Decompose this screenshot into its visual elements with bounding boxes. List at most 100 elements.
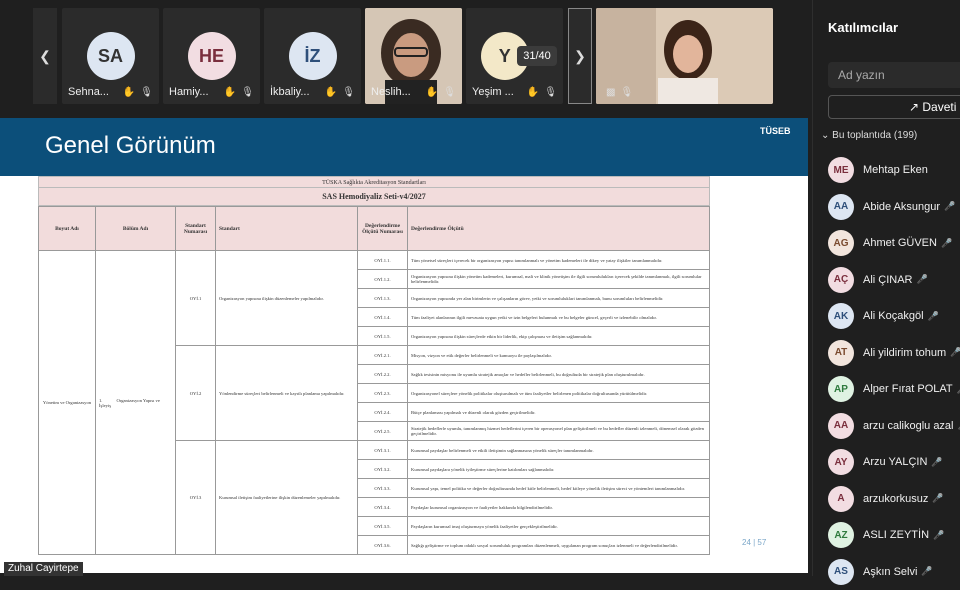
- participant-row[interactable]: ASAşkın Selvi🎤: [828, 554, 960, 590]
- participant-row[interactable]: AT Ali yildirim tohum 🎤: [828, 335, 960, 372]
- invite-button[interactable]: ↗ Daveti: [828, 95, 960, 119]
- meeting-stage: ❮ SA Sehna... ✋🎙 HE Hamiy... ✋🎙 İZ İkbal…: [0, 0, 812, 576]
- participants-panel: Katılımcılar Ad yazın ↗ Daveti ⌄ Bu topl…: [812, 0, 960, 576]
- mic-off-icon: 🎙: [443, 87, 456, 98]
- avatar: AY: [828, 449, 854, 475]
- participant-row[interactable]: AÇ Ali ÇINAR 🎤: [828, 262, 960, 299]
- avatar: İZ: [289, 32, 337, 80]
- avatar: AT: [828, 340, 854, 366]
- panel-title: Katılımcılar: [828, 20, 898, 35]
- criterion-number: OYİ.3.4.: [358, 498, 408, 517]
- page-counter: 31/40: [517, 46, 557, 66]
- mic-off-icon: 🎤: [931, 457, 942, 468]
- criterion-number: OYİ.2.1.: [358, 346, 408, 365]
- participant-name: Abide Aksungur: [863, 201, 940, 213]
- mic-off-icon: 🎤: [933, 530, 944, 541]
- slide-title: Genel Görünüm: [45, 132, 216, 160]
- participant-row[interactable]: AAarzu calikoglu azal🎤: [828, 408, 960, 445]
- participant-video-tile[interactable]: Neslih... ✋🎙: [365, 8, 462, 104]
- criterion-text: Paydaşların kurumsal imaj oluşturmaya yö…: [408, 517, 710, 536]
- participant-name: İkbaliy...: [270, 86, 310, 98]
- participant-name: Ali yildirim tohum: [863, 347, 946, 359]
- hand-icon: ✋: [123, 87, 135, 98]
- col-header: Standart Numarası: [176, 207, 216, 251]
- criterion-number: OYİ.1.1.: [358, 251, 408, 270]
- participant-row[interactable]: AZASLI ZEYTİN🎤: [828, 517, 960, 554]
- criterion-number: OYİ.1.5.: [358, 327, 408, 346]
- avatar: AP: [828, 376, 854, 402]
- avatar: AG: [828, 230, 854, 256]
- criterion-number: OYİ.3.5.: [358, 517, 408, 536]
- participant-name: Ali ÇINAR: [863, 274, 913, 286]
- participant-name: Hamiy...: [169, 86, 209, 98]
- signal-icon: ▩: [606, 87, 615, 98]
- mic-off-icon: 🎤: [950, 347, 960, 358]
- mic-off-icon: 🎤: [941, 238, 952, 249]
- bolum-cell: 1.Organizasyon Yapısı ve İşleyiş: [96, 251, 176, 555]
- chevron-left-icon[interactable]: ❮: [33, 8, 57, 104]
- col-header: Boyut Adı: [39, 207, 96, 251]
- col-header: Standart: [216, 207, 358, 251]
- mic-off-icon: 🎤: [932, 493, 943, 504]
- avatar: AA: [828, 194, 854, 220]
- criterion-number: OYİ.1.3.: [358, 289, 408, 308]
- col-header: Değerlendirme Ölçütü Numarası: [358, 207, 408, 251]
- participant-tile[interactable]: İZ İkbaliy... ✋🎙: [264, 8, 361, 104]
- search-input[interactable]: Ad yazın: [828, 62, 960, 88]
- chevron-down-icon: ⌄: [821, 130, 829, 141]
- standard-number: OYİ.1: [176, 251, 216, 346]
- col-header: Değerlendirme Ölçütü: [408, 207, 710, 251]
- criterion-text: Kurumsal yapı, temel politika ve değerle…: [408, 479, 710, 498]
- participant-row[interactable]: AKAli Koçakgöl🎤: [828, 298, 960, 335]
- criterion-number: OYİ.3.6.: [358, 536, 408, 555]
- participant-name: Ali Koçakgöl: [863, 310, 924, 322]
- participant-row[interactable]: Aarzukorkusuz🎤: [828, 481, 960, 518]
- mic-off-icon: 🎤: [957, 384, 960, 395]
- criterion-text: Bütçe planlaması yapılmalı ve düzenli ol…: [408, 403, 710, 422]
- participant-name: Ahmet GÜVEN: [863, 237, 937, 249]
- shared-screen-slide: Genel Görünüm TÜSEB TÜSKA Sağlıkta Akred…: [0, 118, 808, 573]
- participant-name: ASLI ZEYTİN: [863, 529, 929, 541]
- criterion-text: Sağlığı geliştirme ve toplum odaklı sosy…: [408, 536, 710, 555]
- criterion-text: Kurumsal paydaşlar belirlenmeli ve etkil…: [408, 441, 710, 460]
- criterion-number: OYİ.2.2.: [358, 365, 408, 384]
- standards-document: TÜSKA Sağlıkta Akreditasyon Standartları…: [38, 176, 710, 573]
- criterion-text: Paydaşlar kurumsal organizasyon ve faali…: [408, 498, 710, 517]
- participant-tile[interactable]: HE Hamiy... ✋🎙: [163, 8, 260, 104]
- mic-off-icon: 🎤: [944, 201, 955, 212]
- tuseb-logo: TÜSEB: [760, 126, 790, 166]
- presenter-label: Zuhal Cayirtepe: [4, 562, 83, 576]
- avatar: AA: [828, 413, 854, 439]
- mic-off-icon: 🎙: [620, 87, 633, 98]
- hand-icon: ✋: [224, 87, 236, 98]
- criterion-number: OYİ.3.2.: [358, 460, 408, 479]
- participant-row[interactable]: APAlper Fırat POLAT🎤: [828, 371, 960, 408]
- participant-tile[interactable]: SA Sehna... ✋🎙: [62, 8, 159, 104]
- self-video-tile[interactable]: ▩🎙: [596, 8, 773, 104]
- standard-number: OYİ.2: [176, 346, 216, 441]
- mic-off-icon: 🎙: [342, 87, 355, 98]
- participant-name: Neslih...: [371, 86, 411, 98]
- participant-name: Yeşim ...: [472, 86, 514, 98]
- avatar: AS: [828, 559, 854, 585]
- participant-row[interactable]: AG Ahmet GÜVEN 🎤: [828, 225, 960, 262]
- mic-off-icon: 🎙: [241, 87, 254, 98]
- chevron-right-icon[interactable]: ❯: [568, 8, 592, 104]
- criterion-text: Tüm yönetsel süreçleri içerecek bir orga…: [408, 251, 710, 270]
- participant-row[interactable]: MEMehtap Eken: [828, 152, 960, 189]
- standard-text: Yönlendirme süreçleri belirlenmeli ve ka…: [216, 346, 358, 441]
- criteria-table: Boyut Adı Bölüm Adı Standart Numarası St…: [38, 206, 710, 555]
- criterion-text: Organizasyonel süreçlere yönelik politik…: [408, 384, 710, 403]
- doc-header: TÜSKA Sağlıkta Akreditasyon Standartları: [38, 176, 710, 188]
- participant-row[interactable]: AA Abide Aksungur 🎤: [828, 189, 960, 226]
- criterion-text: Organizasyon yapısında yer alan birimler…: [408, 289, 710, 308]
- participant-row[interactable]: AYArzu YALÇIN🎤: [828, 444, 960, 481]
- mic-off-icon: 🎤: [917, 274, 928, 285]
- participant-name: Sehna...: [68, 86, 109, 98]
- mic-off-icon: 🎤: [928, 311, 939, 322]
- mic-off-icon: 🎙: [544, 87, 557, 98]
- in-meeting-section[interactable]: ⌄ Bu toplantıda (199): [821, 130, 917, 141]
- criterion-number: OYİ.2.3.: [358, 384, 408, 403]
- avatar: AÇ: [828, 267, 854, 293]
- avatar: SA: [87, 32, 135, 80]
